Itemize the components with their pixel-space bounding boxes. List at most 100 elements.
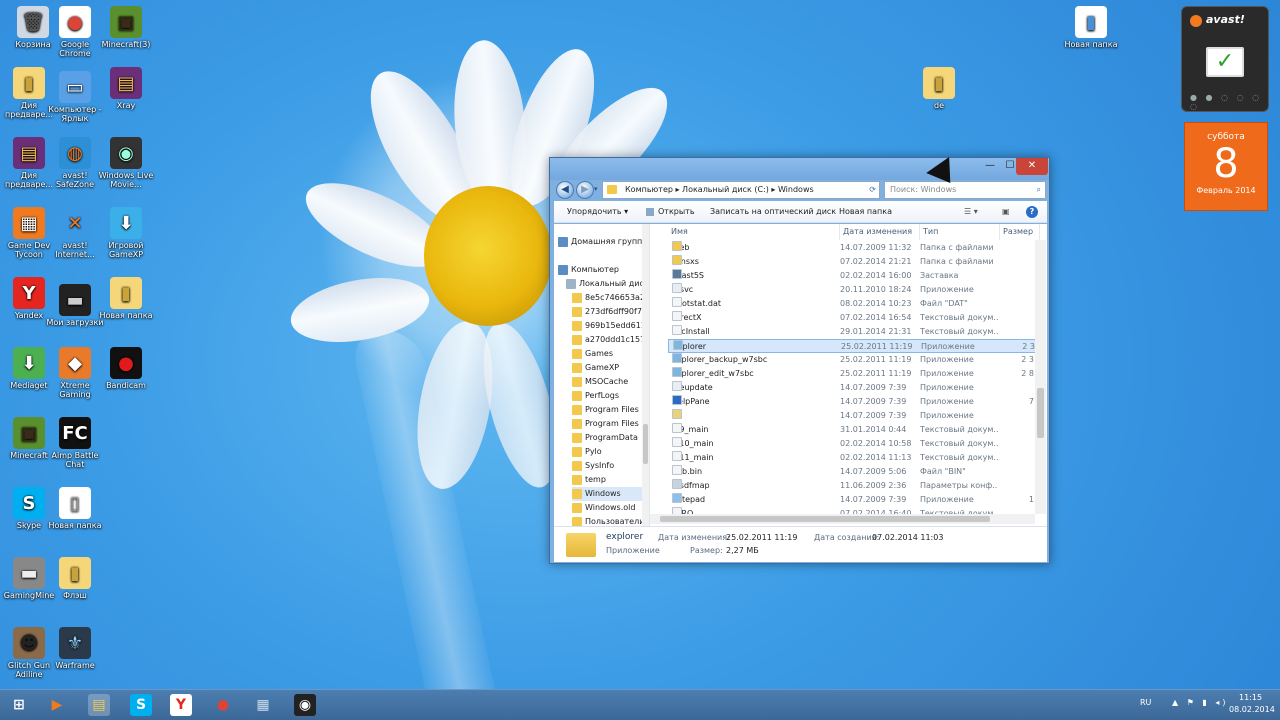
nav-item[interactable]: Games: [572, 347, 644, 361]
open-button[interactable]: Открыть: [658, 201, 695, 223]
desktop-icon[interactable]: ◆ Xtreme Gaming: [46, 347, 104, 399]
tray-icons[interactable]: ▲ ⚑ ▮ ◂): [1172, 698, 1229, 707]
file-row[interactable]: msdfmap 11.06.2009 2:36 Параметры конф...: [668, 479, 1036, 493]
avast-controls[interactable]: ● ● ◌ ◌ ◌ ◌: [1190, 93, 1268, 111]
language-indicator[interactable]: RU: [1140, 698, 1151, 707]
file-row[interactable]: Web 14.07.2009 11:32 Папка с файлами: [668, 241, 1036, 255]
desktop-icon[interactable]: ▤ Xray: [97, 67, 155, 110]
file-row[interactable]: winsxs 07.02.2014 21:21 Папка с файлами: [668, 255, 1036, 269]
nav-item[interactable]: Pylo: [572, 445, 644, 459]
file-row[interactable]: DtcInstall 29.01.2014 21:31 Текстовый доку…: [668, 325, 1036, 339]
nav-item[interactable]: temp: [572, 473, 644, 487]
recent-pages-icon[interactable]: ▾: [594, 185, 598, 193]
file-row[interactable]: hh 14.07.2009 7:39 Приложение: [668, 409, 1036, 423]
nav-scrollbar[interactable]: [642, 224, 649, 526]
desktop-icon[interactable]: ▮ Новая папка: [1062, 6, 1120, 49]
desktop-icon[interactable]: ▯ Новая папка: [46, 487, 104, 530]
desktop-icon[interactable]: ▮ Новая папка: [97, 277, 155, 320]
nav-item[interactable]: Домашняя группа: [558, 235, 644, 249]
taskbar-bandicam-button[interactable]: ◉: [286, 691, 324, 719]
taskbar-skype-button[interactable]: S: [122, 691, 160, 719]
file-row[interactable]: explorer_edit_w7sbc 25.02.2011 11:19 Прило…: [668, 367, 1036, 381]
vertical-scrollbar-thumb[interactable]: [1037, 388, 1044, 438]
file-row[interactable]: bfsvc 20.11.2010 18:24 Приложение: [668, 283, 1036, 297]
file-list[interactable]: Имя Дата изменения Тип Размер Web 14.07.2…: [650, 224, 1047, 526]
clock-date[interactable]: 08.02.2014: [1229, 705, 1275, 714]
nav-item[interactable]: Program Files (: [572, 417, 644, 431]
file-row[interactable]: fveupdate 14.07.2009 7:39 Приложение: [668, 381, 1036, 395]
help-icon[interactable]: ?: [1026, 206, 1038, 218]
file-row[interactable]: explorer_backup_w7sbc 25.02.2011 11:19 При…: [668, 353, 1036, 367]
taskbar-file-explorer-button[interactable]: ▤: [80, 691, 118, 719]
vertical-scrollbar[interactable]: [1035, 240, 1046, 514]
nav-item[interactable]: a270ddd1c157e: [572, 333, 644, 347]
taskbar-chrome-button[interactable]: ●: [204, 691, 242, 719]
nav-item[interactable]: SysInfo: [572, 459, 644, 473]
horizontal-scrollbar-thumb[interactable]: [660, 516, 990, 522]
nav-scrollbar-thumb[interactable]: [643, 424, 648, 464]
new-folder-button[interactable]: Новая папка: [839, 201, 892, 223]
minimize-button[interactable]: —: [980, 158, 1000, 175]
taskbar-start-button[interactable]: ⊞: [0, 691, 38, 719]
horizontal-scrollbar[interactable]: [650, 514, 1035, 524]
nav-item[interactable]: Windows: [572, 487, 644, 501]
refresh-icon[interactable]: ⟳: [869, 182, 876, 198]
file-row[interactable]: mib.bin 14.07.2009 5:06 Файл "BIN": [668, 465, 1036, 479]
desktop-icon[interactable]: ▮ Флэш: [46, 557, 104, 600]
organize-button[interactable]: Упорядочить ▾: [567, 201, 628, 223]
desktop-icon[interactable]: ✕ avast! Internet...: [46, 207, 104, 259]
nav-item[interactable]: Локальный диск: [566, 277, 644, 291]
file-row[interactable]: notepad 14.07.2009 7:39 Приложение 1: [668, 493, 1036, 507]
desktop-icon[interactable]: ▣ Minecraft(3): [97, 6, 155, 49]
column-header-type[interactable]: Тип: [920, 224, 1000, 240]
desktop-icon[interactable]: ⚜ Warframe: [46, 627, 104, 670]
nav-item[interactable]: 8e5c746653a2a: [572, 291, 644, 305]
desktop-icon[interactable]: ● Google Chrome: [46, 6, 104, 58]
avast-widget[interactable]: avast! ✓ ● ● ◌ ◌ ◌ ◌: [1181, 6, 1269, 112]
desktop-icon[interactable]: ◉ Windows Live Movie...: [97, 137, 155, 189]
desktop-icon[interactable]: ● Bandicam: [97, 347, 155, 390]
clock-time[interactable]: 11:15: [1239, 693, 1262, 702]
nav-item[interactable]: Пользователи: [572, 515, 644, 526]
address-bar[interactable]: Компьютер ▸ Локальный диск (C:) ▸ Window…: [602, 181, 880, 199]
nav-item[interactable]: Компьютер: [558, 263, 644, 277]
taskbar-media-player-button[interactable]: ▶: [38, 691, 76, 719]
desktop-icon[interactable]: ▬ Мои загрузки: [46, 284, 104, 327]
preview-pane-icon[interactable]: ▣: [1002, 201, 1010, 223]
navigation-pane[interactable]: Домашняя группа Компьютер Локальный диск 8e…: [554, 224, 650, 526]
close-button[interactable]: ✕: [1016, 158, 1048, 175]
column-header-size[interactable]: Размер: [1000, 224, 1040, 240]
desktop-icon[interactable]: ▭ Компьютер - Ярлык: [46, 71, 104, 123]
explorer-window[interactable]: — ☐ ✕ ◀ ▶ ▾ Компьютер ▸ Локальный диск (…: [549, 157, 1050, 564]
desktop-icon[interactable]: FC Aimp Battle Chat: [46, 417, 104, 469]
file-row[interactable]: HelpPane 14.07.2009 7:39 Приложение 7: [668, 395, 1036, 409]
nav-item[interactable]: GameXP: [572, 361, 644, 375]
nav-item[interactable]: ProgramData: [572, 431, 644, 445]
taskbar-yandex-button[interactable]: Y: [162, 691, 200, 719]
nav-item[interactable]: MSOCache: [572, 375, 644, 389]
file-row[interactable]: DirectX 07.02.2014 16:54 Текстовый докум..…: [668, 311, 1036, 325]
file-row[interactable]: avast5S 02.02.2014 16:00 Заставка: [668, 269, 1036, 283]
burn-button[interactable]: Записать на оптический диск: [710, 201, 836, 223]
file-row[interactable]: explorer 25.02.2011 11:19 Приложение 2 3: [668, 339, 1036, 353]
calendar-widget[interactable]: суббота 8 Февраль 2014: [1184, 122, 1268, 211]
nav-item[interactable]: Program Files: [572, 403, 644, 417]
back-button[interactable]: ◀: [556, 181, 574, 199]
taskbar[interactable]: ⊞ ▶ ▤ S Y ● ▦ ◉ RU ▲ ⚑ ▮ ◂) 11:15 08.02.2014: [0, 689, 1280, 720]
column-header-name[interactable]: Имя: [668, 224, 840, 240]
desktop-icon[interactable]: ▮ de: [910, 67, 968, 110]
file-row[interactable]: IE9_main 31.01.2014 0:44 Текстовый докум..…: [668, 423, 1036, 437]
desktop-icon[interactable]: ◍ avast! SafeZone: [46, 137, 104, 189]
nav-item[interactable]: Windows.old: [572, 501, 644, 515]
search-icon[interactable]: ⌕: [1037, 182, 1041, 198]
file-row[interactable]: bootstat.dat 08.02.2014 10:23 Файл "DAT": [668, 297, 1036, 311]
view-options-icon[interactable]: ☰ ▾: [964, 201, 978, 223]
search-input[interactable]: Поиск: Windows ⌕: [884, 181, 1046, 199]
file-row[interactable]: IE11_main 02.02.2014 11:13 Текстовый докум…: [668, 451, 1036, 465]
taskbar-control-panel-button[interactable]: ▦: [244, 691, 282, 719]
column-header-date[interactable]: Дата изменения: [840, 224, 920, 240]
title-bar[interactable]: — ☐ ✕: [550, 158, 1049, 180]
file-row[interactable]: IE10_main 02.02.2014 10:58 Текстовый докум…: [668, 437, 1036, 451]
forward-button[interactable]: ▶: [576, 181, 594, 199]
nav-item[interactable]: PerfLogs: [572, 389, 644, 403]
